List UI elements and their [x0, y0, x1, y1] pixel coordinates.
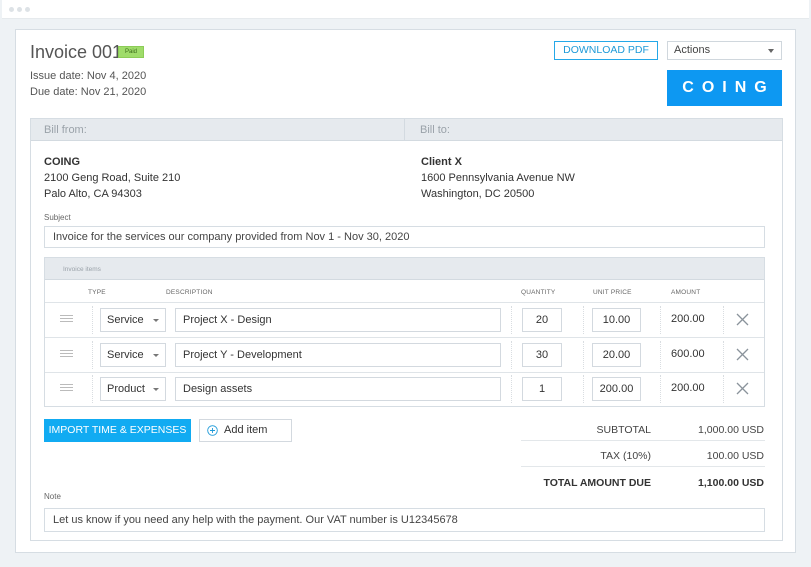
remove-row-icon[interactable]: [736, 313, 749, 326]
invoice-page: Invoice 001 Paid Issue date: Nov 4, 2020…: [15, 29, 796, 553]
divider: [92, 375, 93, 403]
window-titlebar: [2, 0, 809, 19]
drag-handle-icon[interactable]: [60, 315, 73, 324]
window-control-dot[interactable]: [25, 7, 30, 12]
divider: [511, 375, 512, 403]
actions-select-value: Actions: [674, 44, 711, 56]
type-select[interactable]: Product: [100, 377, 166, 401]
subtotal-label: SUBTOTAL: [596, 424, 651, 436]
bill-to-address: Client X 1600 Pennsylvania Avenue NW Was…: [421, 154, 575, 202]
invoice-items-table: Invoice items TYPE DESCRIPTION QUANTITY …: [44, 257, 765, 407]
table-row: Product Design assets 1 200.00 200.00: [45, 372, 764, 406]
divider: [723, 341, 724, 369]
type-select-value: Service: [107, 314, 144, 326]
divider: [583, 341, 584, 369]
bill-from-label: Bill from:: [44, 124, 87, 136]
remove-row-icon[interactable]: [736, 348, 749, 361]
bill-header: Bill from: Bill to:: [31, 119, 782, 141]
column-header-unit-price: UNIT PRICE: [593, 289, 632, 296]
bill-to-line1: 1600 Pennsylvania Avenue NW: [421, 172, 575, 184]
type-select-value: Service: [107, 349, 144, 361]
bill-to-line2: Washington, DC 20500: [421, 188, 535, 200]
due-date: Due date: Nov 21, 2020: [30, 86, 147, 98]
divider: [583, 306, 584, 334]
divider: [92, 341, 93, 369]
total-amount-value: 1,100.00 USD: [698, 477, 764, 489]
amount-value: 200.00: [671, 382, 705, 394]
subject-label: Subject: [44, 213, 71, 222]
add-item-button[interactable]: Add item: [199, 419, 292, 442]
status-badge: Paid: [118, 46, 144, 58]
unit-price-input[interactable]: 200.00: [592, 377, 641, 401]
invoice-title: Invoice 001: [30, 42, 123, 62]
company-logo: COING: [667, 70, 782, 106]
chevron-down-icon: [153, 354, 159, 357]
invoice-items-header: Invoice items: [45, 258, 764, 280]
bill-from-name: COING: [44, 156, 81, 168]
amount-value: 600.00: [671, 348, 705, 360]
type-select[interactable]: Service: [100, 308, 166, 332]
subject-input[interactable]: Invoice for the services our company pro…: [44, 226, 765, 248]
window-control-dot[interactable]: [17, 7, 22, 12]
chevron-down-icon: [768, 49, 774, 53]
add-item-label: Add item: [224, 424, 268, 436]
divider: [723, 375, 724, 403]
chevron-down-icon: [153, 388, 159, 391]
divider: [583, 375, 584, 403]
description-input[interactable]: Project X - Design: [175, 308, 501, 332]
invoice-items-label: Invoice items: [63, 266, 101, 273]
actions-select[interactable]: Actions: [667, 41, 782, 60]
divider: [521, 440, 765, 441]
download-pdf-button[interactable]: DOWNLOAD PDF: [554, 41, 658, 60]
bill-from-line2: Palo Alto, CA 94303: [44, 188, 142, 200]
window-control-dot[interactable]: [9, 7, 14, 12]
bill-from-address: COING 2100 Geng Road, Suite 210 Palo Alt…: [44, 154, 180, 202]
divider: [404, 119, 405, 141]
plus-circle-icon: [207, 425, 218, 436]
unit-price-input[interactable]: 10.00: [592, 308, 641, 332]
description-input[interactable]: Project Y - Development: [175, 343, 501, 367]
description-input[interactable]: Design assets: [175, 377, 501, 401]
type-select[interactable]: Service: [100, 343, 166, 367]
quantity-input[interactable]: 1: [522, 377, 562, 401]
bill-to-label: Bill to:: [420, 124, 450, 136]
subtotal-value: 1,000.00 USD: [698, 424, 764, 436]
divider: [92, 306, 93, 334]
drag-handle-icon[interactable]: [60, 350, 73, 359]
import-time-expenses-button[interactable]: IMPORT TIME & EXPENSES: [44, 419, 191, 442]
drag-handle-icon[interactable]: [60, 384, 73, 393]
table-row: Service Project Y - Development 30 20.00…: [45, 338, 764, 372]
divider: [660, 375, 661, 403]
bill-to-name: Client X: [421, 156, 462, 168]
tax-value: 100.00 USD: [706, 450, 764, 462]
remove-row-icon[interactable]: [736, 382, 749, 395]
note-input[interactable]: Let us know if you need any help with th…: [44, 508, 765, 532]
divider: [511, 341, 512, 369]
total-amount-label: TOTAL AMOUNT DUE: [543, 477, 651, 489]
bill-from-line1: 2100 Geng Road, Suite 210: [44, 172, 181, 184]
column-header-quantity: QUANTITY: [521, 289, 556, 296]
quantity-input[interactable]: 30: [522, 343, 562, 367]
issue-date: Issue date: Nov 4, 2020: [30, 70, 147, 82]
divider: [521, 466, 765, 467]
amount-value: 200.00: [671, 313, 705, 325]
tax-label: TAX (10%): [600, 450, 651, 462]
column-header-amount: AMOUNT: [671, 289, 701, 296]
unit-price-input[interactable]: 20.00: [592, 343, 641, 367]
table-row: Service Project X - Design 20 10.00 200.…: [45, 303, 764, 337]
chevron-down-icon: [153, 319, 159, 322]
divider: [511, 306, 512, 334]
divider: [723, 306, 724, 334]
type-select-value: Product: [107, 383, 145, 395]
column-header-type: TYPE: [88, 289, 106, 296]
divider: [660, 341, 661, 369]
note-label: Note: [44, 492, 61, 501]
quantity-input[interactable]: 20: [522, 308, 562, 332]
divider: [660, 306, 661, 334]
column-header-description: DESCRIPTION: [166, 289, 213, 296]
invoice-card: Bill from: Bill to: COING 2100 Geng Road…: [30, 118, 783, 541]
